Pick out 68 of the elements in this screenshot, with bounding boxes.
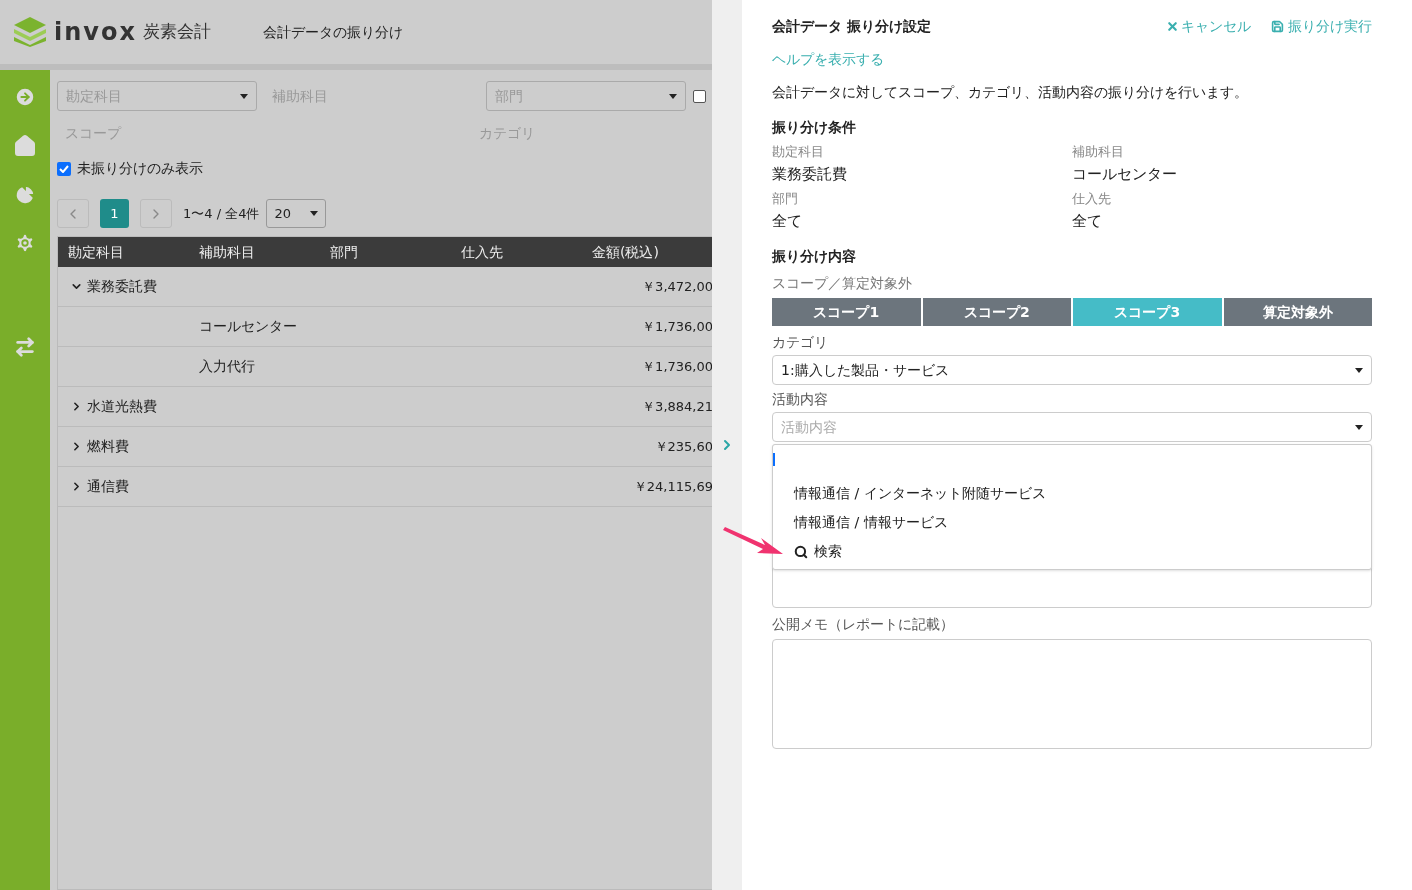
settings-icon[interactable] xyxy=(14,232,36,254)
checkbox[interactable] xyxy=(693,89,706,103)
next-page-button[interactable] xyxy=(140,199,172,228)
panel-title: 会計データ 振り分け設定 xyxy=(772,17,932,36)
close-icon xyxy=(1166,20,1179,33)
conditions-heading: 振り分け条件 xyxy=(772,118,857,137)
table-cell-text: ￥3,472,00 xyxy=(641,277,712,296)
scope-tab[interactable]: 算定対象外 xyxy=(1223,298,1372,326)
arrow-annotation xyxy=(723,524,785,556)
table-cell-text: ￥3,884,21 xyxy=(641,397,712,416)
previous-page-button[interactable] xyxy=(57,199,89,228)
caret-icon xyxy=(240,93,248,99)
column-header: 補助科目 xyxy=(199,242,256,262)
exchange-icon[interactable] xyxy=(14,336,36,358)
caret-icon xyxy=(1355,367,1363,373)
checkbox[interactable] xyxy=(57,161,71,176)
table-cell-text: ￥24,115,69 xyxy=(632,477,712,496)
caret-icon xyxy=(310,211,319,216)
pie-chart-icon[interactable] xyxy=(14,184,36,206)
category-label: カテゴリ xyxy=(772,333,829,352)
checkbox-label: 未振り分けのみ表示 xyxy=(77,159,203,178)
description-text: 会計データに対してスコープ、カテゴリ、活動内容の振り分けを行います。 xyxy=(772,83,1249,102)
table-cell: 入力代行 xyxy=(199,358,255,374)
scope-label: スコープ／算定対象外 xyxy=(772,274,913,293)
column-header: 勘定科目 xyxy=(68,242,125,262)
table-cell-text: 燃料費 xyxy=(87,437,129,456)
caret-icon xyxy=(669,93,677,99)
dropdown-option[interactable]: 情報通信 / 情報サービス xyxy=(794,512,1371,533)
dropdown-option[interactable]: 情報通信 / インターネット附随サービス xyxy=(794,483,1371,504)
condition-value: 業務委託費 xyxy=(772,163,848,185)
page-size-select[interactable]: 20 xyxy=(266,199,327,228)
logo-icon xyxy=(14,17,46,47)
condition-label: 補助科目 xyxy=(1072,143,1125,161)
logo-text: invox xyxy=(54,17,137,48)
search-option[interactable]: 検索 xyxy=(794,541,1371,562)
table-cell-text: ￥1,736,00 xyxy=(641,357,712,376)
table-cell-text: ￥235,60 xyxy=(653,437,712,456)
activity-label: 活動内容 xyxy=(772,390,829,409)
search-icon xyxy=(794,544,808,559)
public-memo-field[interactable] xyxy=(772,639,1372,749)
page-title: 会計データの振り分け xyxy=(262,22,403,42)
condition-value: 全て xyxy=(1072,210,1103,232)
text-cursor xyxy=(773,453,775,466)
scope-tab[interactable]: スコープ2 xyxy=(922,298,1071,326)
condition-value: コールセンター xyxy=(1072,163,1178,185)
caret-icon xyxy=(1355,424,1363,430)
logo-subtitle: 炭素会計 xyxy=(142,20,211,44)
table-cell-text: 水道光熱費 xyxy=(87,397,157,416)
content-heading: 振り分け内容 xyxy=(772,247,857,266)
condition-label: 仕入先 xyxy=(1072,190,1112,208)
public-memo-label: 公開メモ（レポートに記載） xyxy=(772,615,955,634)
condition-value: 全て xyxy=(772,210,803,232)
column-header: 部門 xyxy=(330,242,359,262)
column-header: 金額(税込) xyxy=(592,242,660,262)
scope-tab[interactable]: スコープ1 xyxy=(772,298,921,326)
save-icon xyxy=(1271,20,1284,33)
table-cell-text: 業務委託費 xyxy=(87,277,157,296)
home-icon[interactable] xyxy=(13,134,37,158)
arrow-right-icon[interactable] xyxy=(14,86,36,108)
condition-label: 部門 xyxy=(772,190,799,208)
page-button[interactable]: 1 xyxy=(100,199,129,228)
table-cell-text: 通信費 xyxy=(87,477,129,496)
page-range: 1〜4 / 全4件 xyxy=(183,204,260,223)
condition-label: 勘定科目 xyxy=(772,143,825,161)
table-cell-text: ￥1,736,00 xyxy=(641,317,712,336)
table-cell: コールセンター xyxy=(199,318,297,334)
category-select[interactable]: 1:購入した製品・サービス xyxy=(772,355,1372,385)
column-header: 仕入先 xyxy=(461,242,504,262)
